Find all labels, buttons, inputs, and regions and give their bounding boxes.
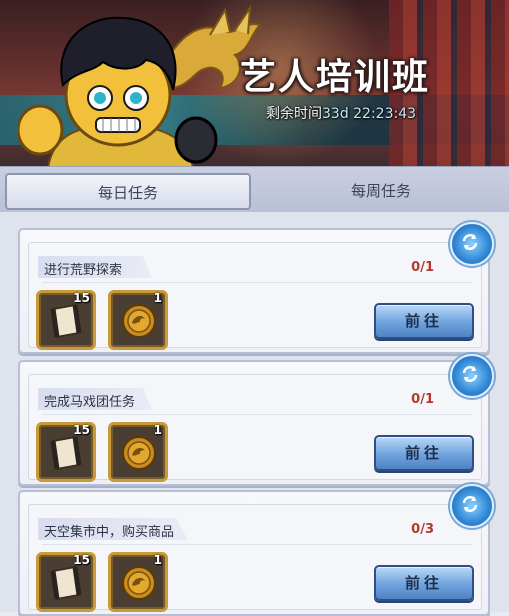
reward-item-film-scroll[interactable]: 15 — [36, 290, 96, 350]
remaining-time: 剩余时间33d 22:23:43 — [266, 103, 416, 123]
film-scroll-icon — [50, 565, 82, 601]
remaining-time-label: 剩余时间 — [266, 106, 322, 122]
go-button[interactable]: 前往 — [374, 303, 474, 339]
reward-item-dragon-coin[interactable]: 1 — [108, 290, 168, 350]
task-card: 天空集市中，购买商品 0/3 15 1 前往 — [18, 484, 494, 616]
go-button[interactable]: 前往 — [374, 565, 474, 601]
task-progress: 0/1 — [411, 260, 434, 275]
dragon-coin-icon — [122, 566, 156, 600]
task-description: 完成马戏团任务 — [44, 395, 136, 410]
task-divider — [42, 544, 472, 545]
task-divider — [42, 414, 472, 415]
reward-count: 1 — [153, 553, 162, 567]
refresh-icon — [462, 496, 478, 512]
refresh-task-button[interactable] — [450, 354, 494, 398]
tab-daily-tasks[interactable]: 每日任务 — [5, 173, 251, 210]
refresh-icon — [462, 366, 478, 382]
task-description: 进行荒野探索 — [44, 263, 123, 278]
task-tab-bar: 每日任务 每周任务 — [0, 166, 509, 213]
mascot-character-art — [18, 16, 218, 168]
reward-item-dragon-coin[interactable]: 1 — [108, 422, 168, 482]
remaining-time-value: 33d 22:23:43 — [322, 106, 417, 122]
reward-count: 1 — [153, 423, 162, 437]
refresh-task-button[interactable] — [450, 222, 494, 266]
reward-item-dragon-coin[interactable]: 1 — [108, 552, 168, 612]
reward-count: 15 — [73, 553, 90, 567]
event-banner: 艺人培训班 剩余时间33d 22:23:43 — [0, 0, 509, 168]
film-scroll-icon — [50, 303, 82, 339]
task-card: 完成马戏团任务 0/1 15 1 前往 — [18, 354, 494, 486]
reward-count: 15 — [73, 291, 90, 305]
task-progress: 0/3 — [411, 522, 434, 537]
reward-item-film-scroll[interactable]: 15 — [36, 552, 96, 612]
go-button[interactable]: 前往 — [374, 435, 474, 471]
refresh-icon — [462, 234, 478, 250]
tab-weekly-tasks[interactable]: 每周任务 — [258, 173, 504, 210]
task-description: 天空集市中，购买商品 — [44, 525, 175, 540]
film-scroll-icon — [50, 435, 82, 471]
event-title: 艺人培训班 — [240, 56, 431, 98]
task-card: 进行荒野探索 0/1 15 1 前往 — [18, 222, 494, 354]
dragon-coin-icon — [122, 304, 156, 338]
dragon-coin-icon — [122, 436, 156, 470]
task-progress: 0/1 — [411, 392, 434, 407]
reward-item-film-scroll[interactable]: 15 — [36, 422, 96, 482]
reward-count: 1 — [153, 291, 162, 305]
reward-count: 15 — [73, 423, 90, 437]
refresh-task-button[interactable] — [450, 484, 494, 528]
task-list: 进行荒野探索 0/1 15 1 前往 完成马戏团任务 0/1 15 1 前往 天… — [0, 212, 509, 616]
task-divider — [42, 282, 472, 283]
